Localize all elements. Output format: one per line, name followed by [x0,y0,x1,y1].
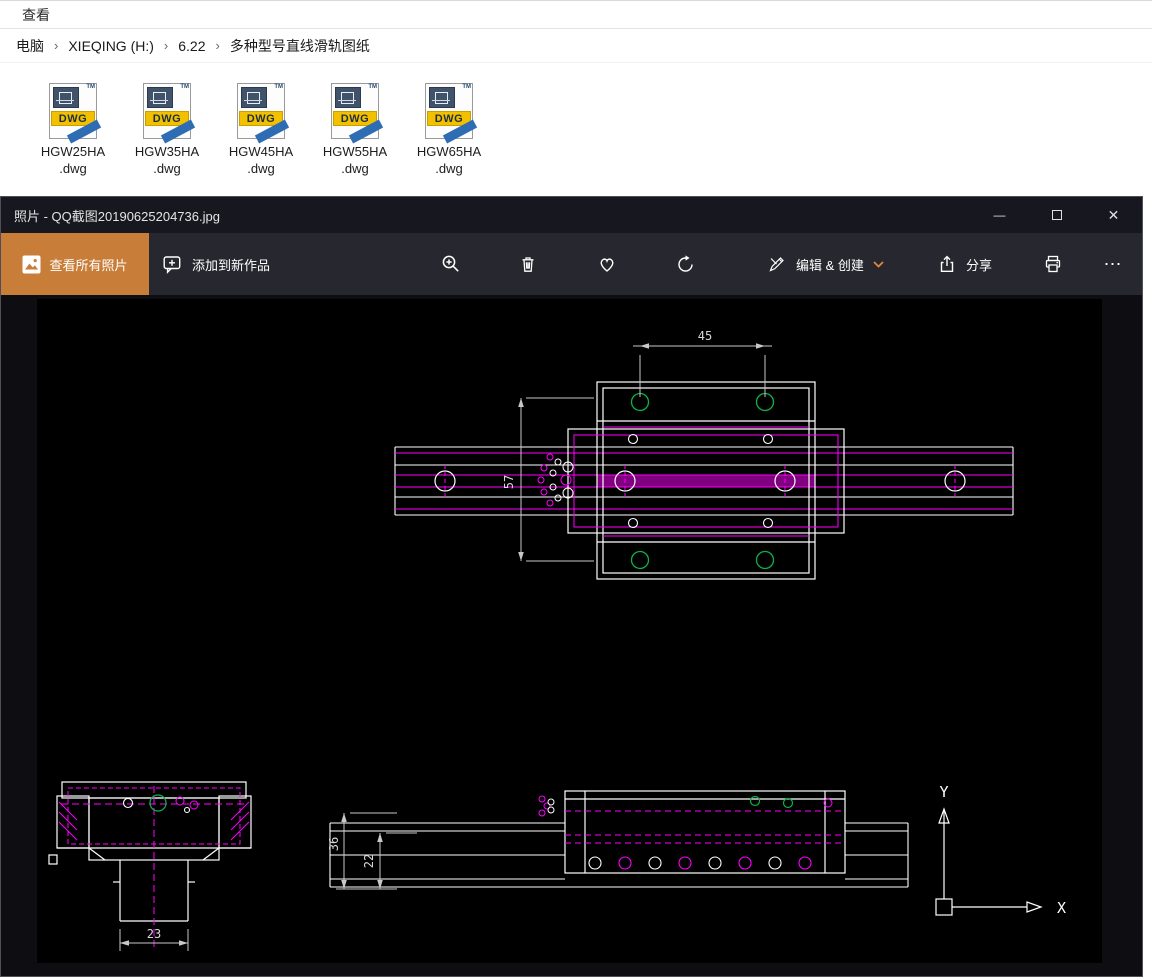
file-list: TM DWG HGW25HA .dwg TM DWG HGW35HA .dwg … [0,63,1152,178]
close-button[interactable]: ✕ [1085,197,1142,233]
trademark-label: TM [462,84,471,90]
see-all-photos-button[interactable]: 查看所有照片 [1,233,149,295]
side-view [329,790,909,888]
dim-57: 57 [502,475,516,489]
plan-view [394,381,1014,580]
file-item-hgw55ha[interactable]: TM DWG HGW55HA .dwg [308,83,402,178]
add-to-album-icon [163,255,181,274]
share-label: 分享 [966,257,993,273]
printer-icon [1045,255,1061,273]
close-icon: ✕ [1107,206,1120,223]
see-all-label: 查看所有照片 [49,257,128,273]
dwg-file-icon: TM DWG [331,83,384,144]
window-title: 照片 - QQ截图20190625204736.jpg [14,208,220,224]
delete-button[interactable] [508,233,548,295]
print-button[interactable] [1033,233,1073,295]
ellipsis-icon: ⋯ [1103,253,1123,274]
dwg-file-icon: TM DWG [425,83,478,144]
breadcrumb: 电脑 › XIEQING (H:) › 6.22 › 多种型号直线滑轨图纸 [0,29,1152,63]
file-item-hgw45ha[interactable]: TM DWG HGW45HA .dwg [214,83,308,178]
file-item-hgw25ha[interactable]: TM DWG HGW25HA .dwg [26,83,120,178]
photo-image[interactable]: 45 57 36 22 23 Y X [37,299,1102,963]
dim-22: 22 [362,854,376,868]
file-name: HGW65HA .dwg [417,144,481,178]
maximize-icon [1051,210,1062,220]
menu-view-tab[interactable]: 查看 [18,3,54,27]
magnifier-plus-icon [442,255,459,272]
ucs-axes: Y X [935,783,1066,917]
trash-icon [522,257,534,272]
cad-sketch-icon [147,87,173,108]
file-name-line2: .dwg [153,160,181,176]
file-name: HGW55HA .dwg [323,144,387,178]
rotate-icon [677,254,693,272]
trademark-label: TM [368,84,377,90]
axis-y-label: Y [939,783,948,801]
zoom-button[interactable] [431,233,471,295]
trademark-label: TM [274,84,283,90]
dimensions: 45 57 36 22 23 [119,329,772,951]
photo-collection-icon [22,255,41,273]
dwg-file-icon: TM DWG [237,83,290,144]
breadcrumb-item-drive[interactable]: XIEQING (H:) [62,35,160,57]
share-button[interactable]: 分享 [931,233,998,295]
file-name-line1: HGW55HA [322,144,388,159]
file-name-line2: .dwg [435,160,463,176]
file-item-hgw35ha[interactable]: TM DWG HGW35HA .dwg [120,83,214,178]
breadcrumb-item-folder[interactable]: 6.22 [172,35,211,57]
add-to-creation-button[interactable]: 添加到新作品 [153,233,280,295]
edit-pencil-icon [769,257,784,272]
dim-36: 36 [327,837,341,851]
file-name: HGW45HA .dwg [229,144,293,178]
dwg-file-icon: TM DWG [49,83,102,144]
dwg-file-icon: TM DWG [143,83,196,144]
minimize-button[interactable]: — [971,197,1028,233]
file-name-line2: .dwg [247,160,275,176]
rotate-button[interactable] [665,233,705,295]
maximize-button[interactable] [1028,197,1085,233]
file-name: HGW35HA .dwg [135,144,199,178]
minimize-icon: — [993,208,1006,222]
photos-window: 照片 - QQ截图20190625204736.jpg — ✕ 查看所有照片 添… [0,196,1143,977]
breadcrumb-item-subfolder[interactable]: 多种型号直线滑轨图纸 [224,33,376,59]
axis-x-label: X [1057,899,1066,917]
file-name-line2: .dwg [341,160,369,176]
trademark-label: TM [180,84,189,90]
edit-create-button[interactable]: 编辑 & 创建 [761,233,890,295]
window-controls: — ✕ [971,197,1142,233]
file-name-line1: HGW25HA [40,144,106,159]
cad-sketch-icon [241,87,267,108]
cad-sketch-icon [53,87,79,108]
more-button[interactable]: ⋯ [1093,233,1133,295]
file-name-line1: HGW45HA [228,144,294,159]
breadcrumb-separator: › [54,38,59,53]
chevron-down-icon [873,260,884,268]
end-view [48,781,252,947]
explorer-menubar: 查看 [0,0,1152,29]
photos-toolbar: 查看所有照片 添加到新作品 编辑 & 创建 分享 ⋯ [1,233,1142,295]
breadcrumb-separator: › [215,38,220,53]
file-name-line1: HGW35HA [134,144,200,159]
file-name-line2: .dwg [59,160,87,176]
favorite-button[interactable] [587,233,627,295]
dim-23: 23 [147,927,161,941]
cad-drawing: 45 57 36 22 23 Y X [48,329,1066,951]
trademark-label: TM [86,84,95,90]
photos-titlebar[interactable]: 照片 - QQ截图20190625204736.jpg — ✕ [1,197,1142,233]
add-to-label: 添加到新作品 [192,257,271,273]
file-item-hgw65ha[interactable]: TM DWG HGW65HA .dwg [402,83,496,178]
breadcrumb-separator: › [163,38,169,53]
heart-icon [600,258,614,272]
photo-viewer-area: 45 57 36 22 23 Y X [1,295,1142,976]
cad-sketch-icon [335,87,361,108]
file-name-line1: HGW65HA [416,144,482,159]
file-name: HGW25HA .dwg [41,144,105,178]
cad-sketch-icon [429,87,455,108]
edit-create-label: 编辑 & 创建 [796,257,864,273]
share-icon [940,255,954,272]
dim-45: 45 [698,329,712,343]
breadcrumb-item-computer[interactable]: 电脑 [10,33,50,59]
